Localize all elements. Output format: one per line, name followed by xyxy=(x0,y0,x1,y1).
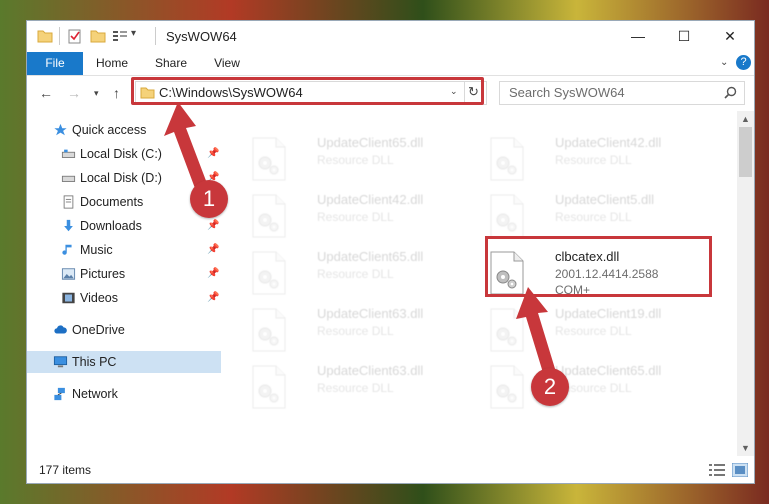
callout-2: 2 xyxy=(531,368,569,406)
arrow-1 xyxy=(164,102,208,191)
callout-1: 1 xyxy=(190,180,228,218)
arrow-2 xyxy=(516,287,556,376)
annotation-arrows xyxy=(164,102,556,376)
